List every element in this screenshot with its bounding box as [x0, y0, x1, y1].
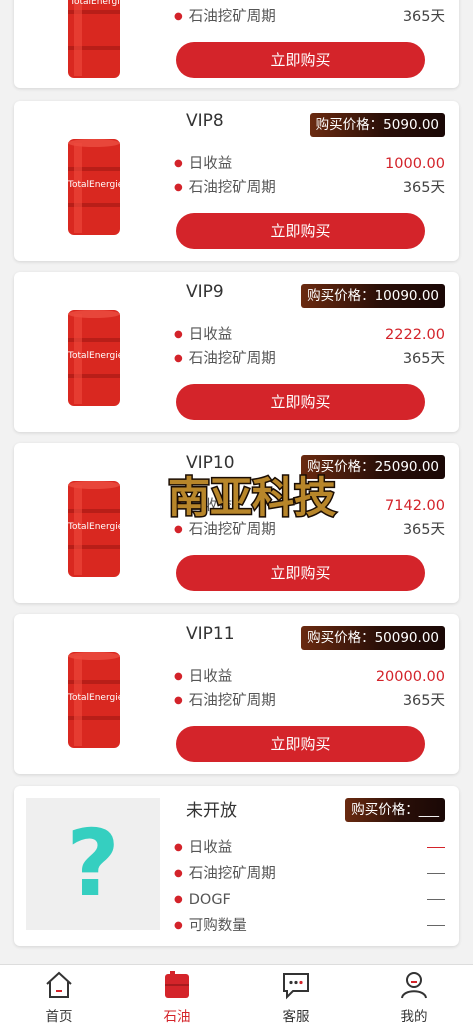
- mining-cycle-label: 石油挖矿周期: [188, 9, 276, 25]
- buy-now-button[interactable]: 立即购买: [176, 42, 425, 78]
- price-badge: 购买价格：10090.00: [301, 284, 445, 308]
- mining-cycle-value: 365天: [402, 9, 445, 25]
- mining-cycle-label: 石油挖矿周期: [188, 180, 276, 196]
- product-card-vip8: TotalEnergies VIP8 购买价格：5090.00 ● 日收益 100…: [14, 101, 459, 261]
- oil-barrel-icon: TotalEnergies: [67, 310, 124, 406]
- product-card-vip9: TotalEnergies VIP9 购买价格：10090.00 ● 日收益 22…: [14, 272, 459, 432]
- dogf-row: ● DOGF: [174, 889, 445, 911]
- buy-now-button[interactable]: 立即购买: [176, 555, 425, 591]
- daily-income-value: 7142.00: [385, 498, 445, 514]
- mining-cycle-value: 365天: [402, 351, 445, 367]
- purchasable-quantity-label: 可购数量: [188, 918, 247, 934]
- mining-cycle-row: ● 石油挖矿周期 365天: [174, 690, 445, 712]
- user-icon: [401, 972, 427, 999]
- svg-text:TotalEnergies: TotalEnergies: [67, 693, 124, 703]
- svg-text:TotalEnergies: TotalEnergies: [69, 0, 124, 7]
- mining-cycle-label: 石油挖矿周期: [188, 693, 276, 709]
- daily-income-value: 2222.00: [385, 327, 445, 343]
- chat-icon: [283, 973, 309, 1000]
- question-mark-icon: ?: [26, 798, 160, 930]
- bottom-tab-bar: 首页 石油 客服 我的: [0, 964, 473, 1025]
- mining-cycle-value: 365天: [402, 180, 445, 196]
- oil-barrel-icon: [165, 971, 189, 998]
- mining-cycle-value: 365天: [402, 693, 445, 709]
- product-name: VIP11: [186, 624, 235, 644]
- product-name: 未开放: [186, 801, 237, 821]
- daily-income-value: 1000.00: [385, 156, 445, 172]
- product-list[interactable]: TotalEnergies ● 石油挖矿周期 365天 立即购买 TotalEne…: [0, 0, 473, 964]
- price-badge: 购买价格：50090.00: [301, 626, 445, 650]
- mining-cycle-label: 石油挖矿周期: [188, 351, 276, 367]
- tab-home[interactable]: 首页: [0, 965, 118, 1025]
- svg-text:TotalEnergies: TotalEnergies: [67, 180, 124, 190]
- daily-income-label: 日收益: [188, 840, 233, 856]
- svg-text:TotalEnergies: TotalEnergies: [67, 522, 124, 532]
- tab-oil[interactable]: 石油: [118, 965, 236, 1025]
- tab-label: 石油: [163, 1009, 191, 1025]
- mining-cycle-value: 365天: [402, 522, 445, 538]
- home-icon: [46, 971, 72, 998]
- daily-income-row: ● 日收益 2222.00: [174, 324, 445, 346]
- daily-income-row: ● 日收益 20000.00: [174, 666, 445, 688]
- tab-mine[interactable]: 我的: [355, 965, 473, 1025]
- daily-income-label: 日收益: [188, 669, 233, 685]
- oil-barrel-icon: TotalEnergies: [67, 481, 124, 577]
- price-badge: 购买价格：___: [345, 798, 445, 822]
- oil-barrel-icon: TotalEnergies: [68, 0, 124, 78]
- daily-income-label: 日收益: [188, 156, 233, 172]
- mining-cycle-label: 石油挖矿周期: [188, 866, 276, 882]
- empty-value: [427, 925, 445, 926]
- tab-label: 我的: [400, 1009, 428, 1025]
- product-name: VIP9: [186, 282, 224, 302]
- product-card-vip11: TotalEnergies VIP11 购买价格：50090.00 ● 日收益 2…: [14, 614, 459, 774]
- tab-label: 客服: [282, 1009, 310, 1025]
- mining-cycle-row: ● 石油挖矿周期 365天: [174, 348, 445, 370]
- product-name: VIP8: [186, 111, 224, 131]
- watermark-logo: 南亚科技: [166, 472, 337, 524]
- daily-income-row: ● 日收益 1000.00: [174, 153, 445, 175]
- mining-cycle-row: ● 石油挖矿周期 365天: [174, 177, 445, 199]
- empty-value: [427, 899, 445, 900]
- mining-cycle-row: ● 石油挖矿周期 365天: [174, 6, 445, 28]
- svg-text:TotalEnergies: TotalEnergies: [67, 351, 124, 361]
- purchasable-quantity-row: ● 可购数量: [174, 915, 445, 937]
- dogf-label: DOGF: [188, 892, 231, 908]
- empty-value: [427, 847, 445, 848]
- svg-text:南亚科技: 南亚科技: [168, 473, 336, 522]
- oil-barrel-icon: TotalEnergies: [67, 652, 124, 748]
- oil-barrel-icon: TotalEnergies: [67, 139, 124, 235]
- mining-cycle-row: ● 石油挖矿周期: [174, 863, 445, 885]
- product-card-unopened: ? 未开放 购买价格：___ ● 日收益 ● 石油挖矿周期 ● DOGF ● 可购数量: [14, 786, 459, 946]
- tab-label: 首页: [45, 1009, 73, 1025]
- product-card-vip7: TotalEnergies ● 石油挖矿周期 365天 立即购买: [14, 0, 459, 88]
- buy-now-button[interactable]: 立即购买: [176, 213, 425, 249]
- daily-income-value: 20000.00: [375, 669, 445, 685]
- buy-now-button[interactable]: 立即购买: [176, 384, 425, 420]
- daily-income-label: 日收益: [188, 327, 233, 343]
- tab-service[interactable]: 客服: [237, 965, 355, 1025]
- empty-value: [427, 873, 445, 874]
- price-badge: 购买价格：5090.00: [309, 113, 445, 137]
- daily-income-row: ● 日收益: [174, 837, 445, 859]
- buy-now-button[interactable]: 立即购买: [176, 726, 425, 762]
